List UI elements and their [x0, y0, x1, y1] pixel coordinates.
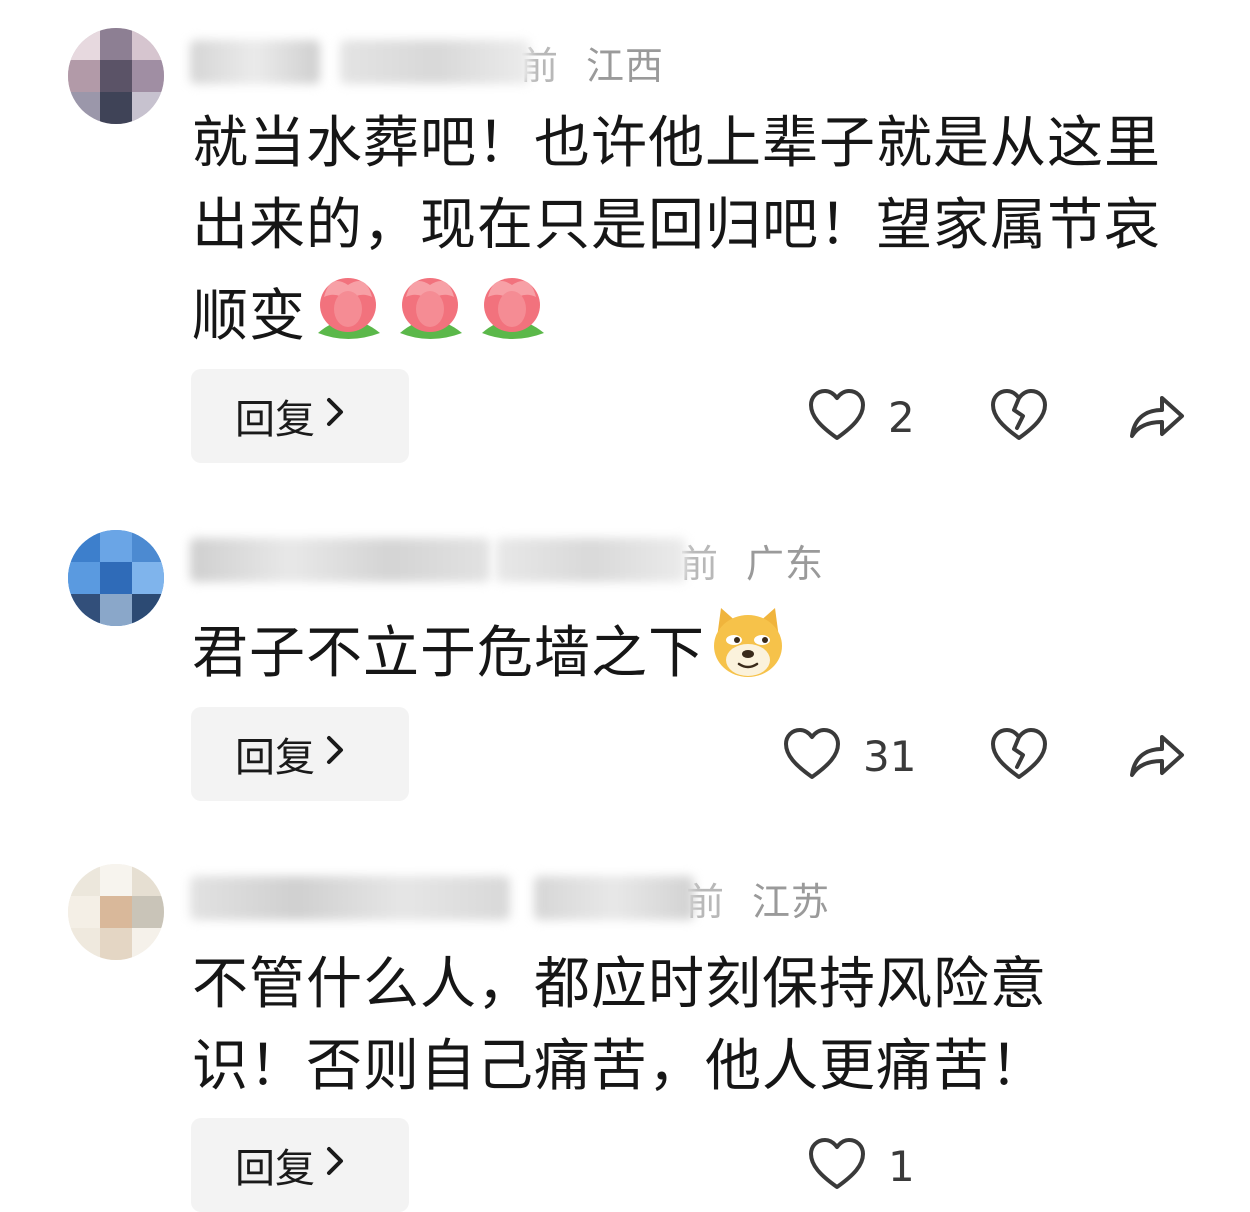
reply-label: 回复: [235, 1146, 315, 1192]
like-count: 2: [888, 392, 915, 442]
like-button[interactable]: 1: [808, 1137, 915, 1195]
broken-heart-icon: [990, 728, 1048, 785]
broken-heart-icon: [990, 389, 1048, 446]
reply-button[interactable]: 回复: [191, 1118, 409, 1212]
comment-meta: 前 江西: [190, 34, 664, 90]
comment-text: 就当水葬吧！也许他上辈子就是从这里出来的，现在只是回归吧！望家属节哀顺变: [192, 103, 1172, 370]
tulip-emoji: [472, 267, 552, 370]
comment-meta: 前 江苏: [190, 870, 830, 926]
reply-button[interactable]: 回复: [191, 707, 409, 801]
location: 江苏: [752, 879, 831, 924]
reply-label: 回复: [235, 735, 315, 781]
comment-text: 不管什么人，都应时刻保持风险意识！否则自己痛苦，他人更痛苦！: [192, 944, 1112, 1108]
share-button[interactable]: [1128, 390, 1186, 444]
comment-meta: 前 广东: [190, 532, 824, 588]
username-redacted[interactable]: [190, 40, 320, 84]
comment-body: 君子不立于危墙之下: [192, 621, 705, 686]
share-arrow-icon: [1128, 396, 1186, 444]
share-button[interactable]: [1128, 729, 1186, 783]
heart-outline-icon: [808, 1137, 866, 1195]
tulip-emoji: [308, 267, 388, 370]
like-count: 1: [888, 1141, 915, 1191]
like-count: 31: [863, 731, 917, 781]
avatar[interactable]: [68, 530, 164, 626]
chevron-right-icon: [325, 393, 347, 439]
tulip-emoji: [390, 267, 470, 370]
heart-outline-icon: [808, 388, 866, 446]
reply-label: 回复: [235, 397, 315, 443]
location: 江西: [586, 43, 665, 88]
doge-emoji: [707, 602, 789, 707]
chevron-right-icon: [325, 1142, 347, 1188]
location: 广东: [746, 541, 825, 586]
comment-text: 君子不立于危墙之下: [192, 602, 1172, 707]
reply-button[interactable]: 回复: [191, 369, 409, 463]
heart-outline-icon: [783, 727, 841, 785]
dislike-button[interactable]: [990, 727, 1048, 785]
chevron-right-icon: [325, 731, 347, 777]
share-arrow-icon: [1128, 735, 1186, 783]
comment-body: 不管什么人，都应时刻保持风险意识！否则自己痛苦，他人更痛苦！: [192, 952, 1047, 1099]
avatar[interactable]: [68, 864, 164, 960]
avatar[interactable]: [68, 28, 164, 124]
redaction-block: [534, 876, 694, 920]
dislike-button[interactable]: [990, 388, 1048, 446]
redaction-block: [496, 538, 686, 582]
username-redacted[interactable]: [190, 538, 490, 582]
like-button[interactable]: 2: [808, 388, 915, 446]
username-redacted[interactable]: [190, 876, 510, 920]
redaction-block: [340, 40, 530, 84]
like-button[interactable]: 31: [783, 727, 916, 785]
